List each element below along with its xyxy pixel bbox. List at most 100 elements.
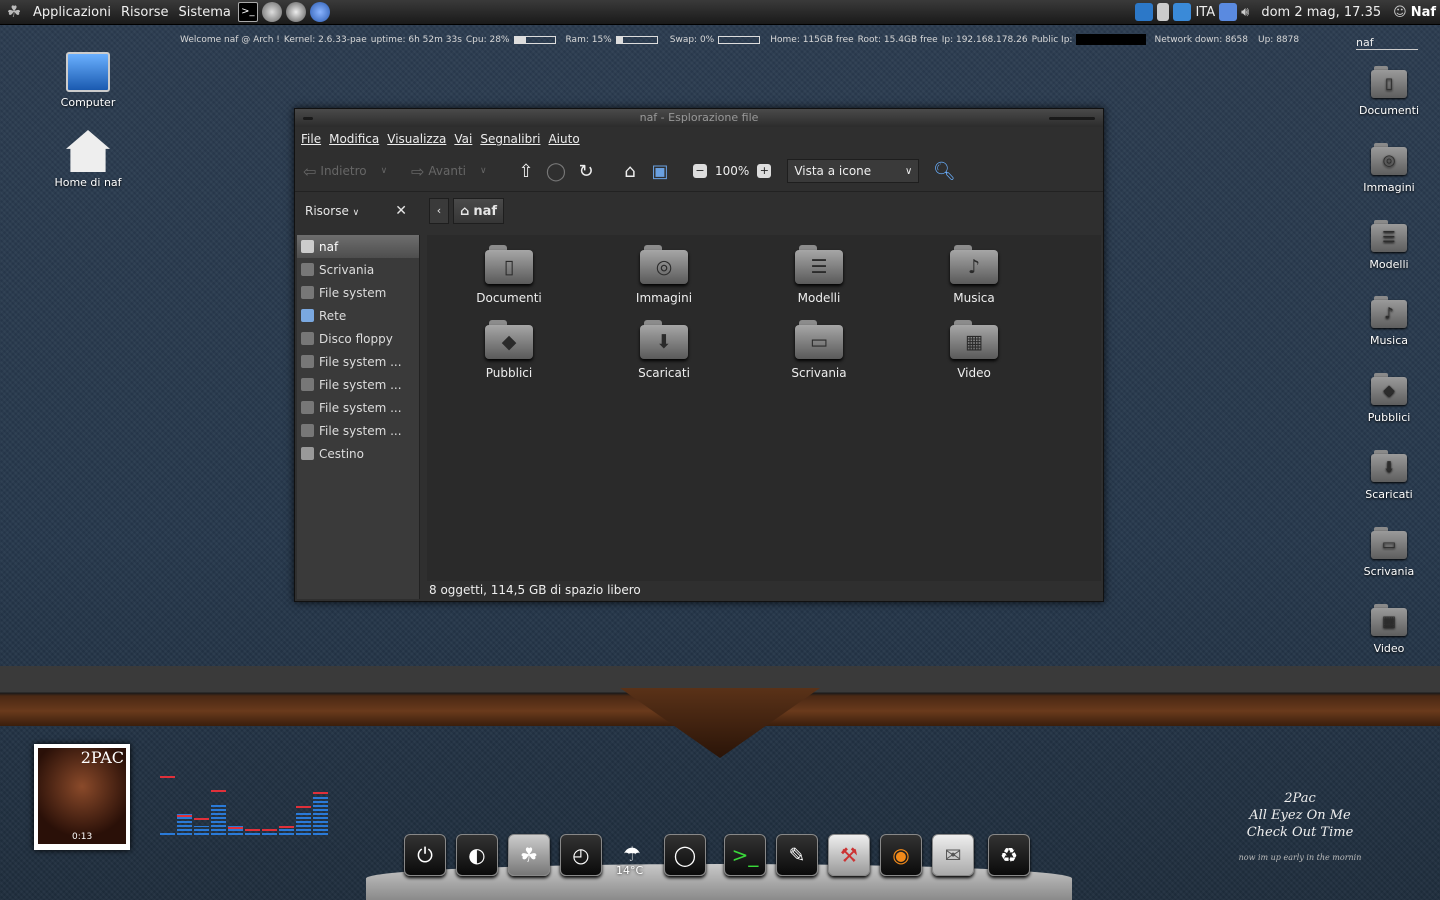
power-icon[interactable]: ⏻ bbox=[404, 834, 446, 876]
computer-icon[interactable]: ▣ bbox=[649, 160, 671, 182]
clock-icon[interactable]: ◴ bbox=[560, 834, 602, 876]
desktop-folder-scaricati[interactable]: ⬇ Scaricati bbox=[1344, 450, 1434, 501]
firefox-launcher-icon[interactable] bbox=[285, 2, 306, 22]
sidebar-item[interactable]: naf bbox=[297, 235, 419, 258]
chevron-down-icon[interactable]: ∨ bbox=[480, 166, 487, 176]
top-panel: ☘ Applicazioni Risorse Sistema >_ ITA 🔊︎… bbox=[0, 0, 1440, 25]
folder-icon: ☰ bbox=[795, 245, 843, 287]
desktop-icon-label: Computer bbox=[60, 96, 116, 109]
battery-icon[interactable] bbox=[1157, 3, 1170, 21]
file-item-scaricati[interactable]: ⬇ Scaricati bbox=[604, 320, 724, 380]
firefox-icon[interactable]: ◉ bbox=[880, 834, 922, 876]
file-view[interactable]: ▯ Documenti ◎ Immagini ☰ Modelli ♪ Musica ◆ Pubbl… bbox=[427, 235, 1101, 581]
menu-file[interactable]: File bbox=[299, 132, 327, 146]
home-icon: ⌂ bbox=[460, 203, 470, 219]
sidebar-item[interactable]: File system ... bbox=[297, 373, 419, 396]
breadcrumb[interactable]: ⌂ naf bbox=[453, 198, 504, 224]
desktop-folder-pubblici[interactable]: ◆ Pubblici bbox=[1344, 373, 1434, 424]
menu-modifica[interactable]: Modifica bbox=[327, 132, 385, 146]
circle-icon[interactable]: ◯ bbox=[664, 834, 706, 876]
sidebar-item[interactable]: File system bbox=[297, 281, 419, 304]
gimp-launcher-icon[interactable] bbox=[261, 2, 282, 22]
sidebar-item[interactable]: Cestino bbox=[297, 442, 419, 465]
gnome-icon[interactable]: ☘ bbox=[508, 834, 550, 876]
trash-icon[interactable]: ♻ bbox=[988, 834, 1030, 876]
breadcrumb-back-button[interactable]: ‹ bbox=[429, 198, 449, 224]
zoom-in-icon[interactable]: + bbox=[757, 164, 772, 178]
desktop-folder-documenti[interactable]: ▯ Documenti bbox=[1344, 66, 1434, 117]
conky-swap: Swap: 0% bbox=[669, 34, 715, 45]
desktop-folder-immagini[interactable]: ◎ Immagini bbox=[1344, 142, 1434, 194]
conky-home: Home: 115GB free bbox=[770, 34, 854, 45]
desktop-icon-home[interactable]: Home di naf bbox=[43, 130, 133, 189]
file-item-label: Pubblici bbox=[485, 366, 533, 380]
installer-icon[interactable]: ⚒ bbox=[828, 834, 870, 876]
folder-icon: ⬇ bbox=[1371, 450, 1407, 484]
paint-icon[interactable]: ✎ bbox=[776, 834, 818, 876]
stop-icon[interactable]: ◯ bbox=[545, 160, 567, 182]
reload-icon[interactable]: ↻ bbox=[575, 160, 597, 182]
file-item-scrivania[interactable]: ▭ Scrivania bbox=[759, 320, 879, 380]
sidebar-item[interactable]: File system ... bbox=[297, 350, 419, 373]
terminal-icon[interactable]: >_ bbox=[724, 834, 766, 876]
back-button[interactable]: ⇦ Indietro ∨ bbox=[303, 162, 403, 181]
window-menu-button[interactable] bbox=[303, 117, 313, 120]
sidebar-item[interactable]: Disco floppy bbox=[297, 327, 419, 350]
desktop-folder-scrivania[interactable]: ▭ Scrivania bbox=[1344, 526, 1434, 578]
file-item-video[interactable]: ▦ Video bbox=[914, 320, 1034, 380]
folder-icon: ▯ bbox=[485, 245, 533, 287]
eq-bar bbox=[279, 829, 294, 835]
menu-applicazioni[interactable]: Applicazioni bbox=[28, 5, 116, 20]
window-controls[interactable] bbox=[1049, 117, 1095, 120]
eq-peak bbox=[262, 829, 277, 832]
zoom-level: 100% bbox=[715, 164, 750, 178]
sidebar-item[interactable]: File system ... bbox=[297, 396, 419, 419]
menu-segnalibri[interactable]: Segnalibri bbox=[478, 132, 546, 146]
mail-icon[interactable]: ✉ bbox=[932, 834, 974, 876]
zoom-out-icon[interactable]: − bbox=[693, 164, 707, 178]
window-titlebar[interactable]: naf - Esplorazione file bbox=[295, 109, 1103, 127]
sidebar-type-select[interactable]: Risorse ∨ bbox=[305, 204, 359, 218]
volume-icon[interactable]: 🔊︎ bbox=[1241, 5, 1249, 20]
keyboard-layout[interactable]: ITA bbox=[1195, 5, 1215, 20]
ram-bar bbox=[615, 35, 658, 44]
search-icon[interactable]: 🔍︎ bbox=[933, 160, 956, 182]
file-item-modelli[interactable]: ☰ Modelli bbox=[759, 245, 879, 305]
file-manager-window: naf - Esplorazione file File Modifica Vi… bbox=[294, 108, 1104, 602]
menu-vai[interactable]: Vai bbox=[452, 132, 478, 146]
close-icon[interactable]: ✕ bbox=[395, 203, 407, 219]
desktop-folder-video[interactable]: ▦ Video bbox=[1344, 603, 1434, 655]
file-item-immagini[interactable]: ◎ Immagini bbox=[604, 245, 724, 305]
place-icon bbox=[301, 240, 314, 253]
sidebar-item[interactable]: Scrivania bbox=[297, 258, 419, 281]
menu-risorse[interactable]: Risorse bbox=[116, 5, 174, 20]
network-icon[interactable] bbox=[1219, 3, 1238, 21]
home-icon[interactable]: ⌂ bbox=[619, 160, 641, 182]
sidebar-item[interactable]: Rete bbox=[297, 304, 419, 327]
view-mode-select[interactable]: Vista a icone ∨ bbox=[787, 159, 920, 183]
desktop-icon-computer[interactable]: Computer bbox=[43, 52, 133, 109]
menu-visualizza[interactable]: Visualizza bbox=[385, 132, 452, 146]
terminal-launcher-icon[interactable]: >_ bbox=[237, 2, 258, 22]
up-arrow-icon[interactable]: ⇧ bbox=[515, 160, 537, 182]
menu-aiuto[interactable]: Aiuto bbox=[546, 132, 585, 146]
equalizer-widget bbox=[160, 775, 330, 835]
forward-button[interactable]: ⇨ Avanti ∨ bbox=[411, 162, 507, 181]
folder-icon: ▦ bbox=[1371, 603, 1407, 638]
album-cover-widget[interactable]: 2PAC 0:13 bbox=[34, 744, 130, 850]
gnome-foot-icon[interactable]: ☘ bbox=[4, 2, 24, 22]
lightbulb-icon[interactable]: ◐ bbox=[456, 834, 498, 876]
desktop-folder-modelli[interactable]: ☰ Modelli bbox=[1344, 219, 1434, 271]
user-name[interactable]: Naf bbox=[1411, 5, 1436, 20]
clock[interactable]: dom 2 mag, 17.35 bbox=[1253, 5, 1389, 20]
desktop-folder-musica[interactable]: ♪ Musica bbox=[1344, 296, 1434, 347]
menu-sistema[interactable]: Sistema bbox=[173, 5, 235, 20]
file-item-musica[interactable]: ♪ Musica bbox=[914, 245, 1034, 305]
thunderbird-launcher-icon[interactable] bbox=[309, 2, 330, 22]
file-item-documenti[interactable]: ▯ Documenti bbox=[449, 245, 569, 305]
dropbox-icon[interactable] bbox=[1135, 3, 1154, 21]
pointer-tray-icon[interactable] bbox=[1173, 3, 1192, 21]
chevron-down-icon[interactable]: ∨ bbox=[381, 166, 388, 176]
file-item-pubblici[interactable]: ◆ Pubblici bbox=[449, 320, 569, 380]
sidebar-item[interactable]: File system ... bbox=[297, 419, 419, 442]
